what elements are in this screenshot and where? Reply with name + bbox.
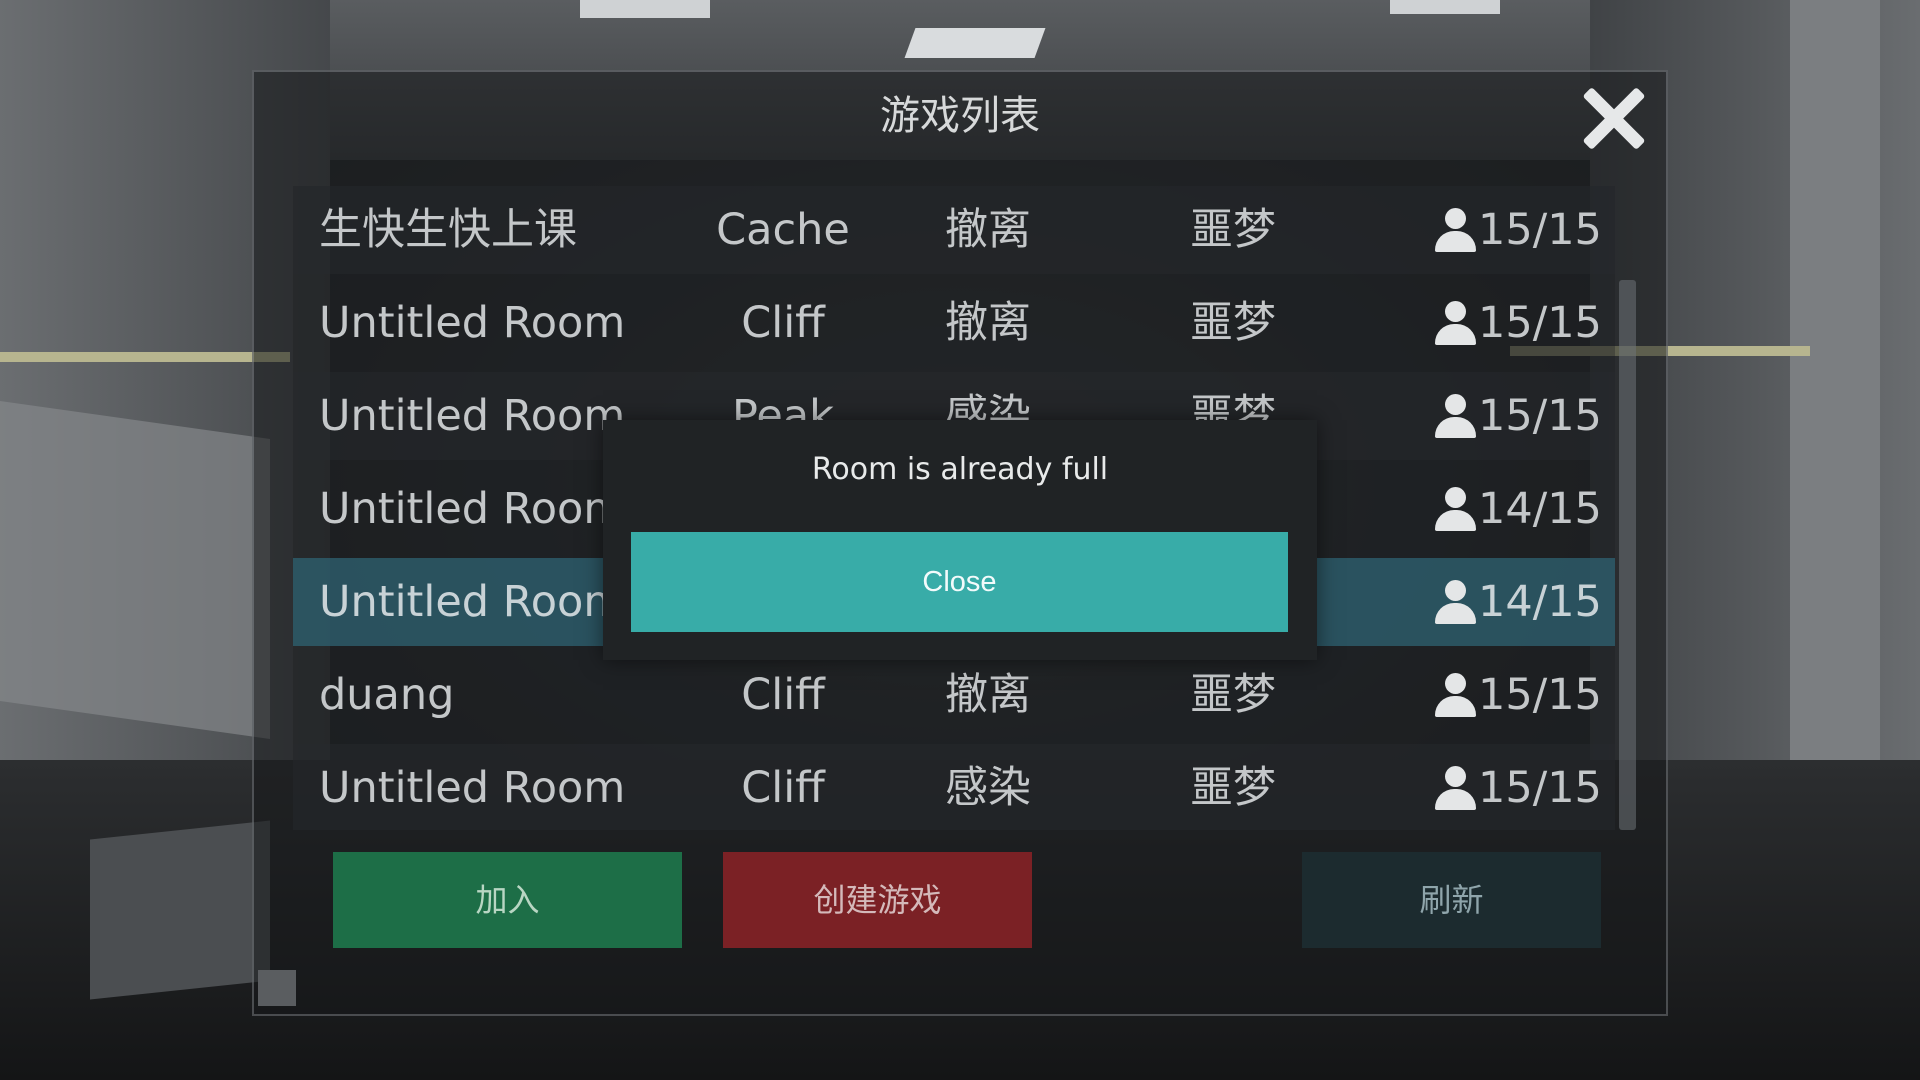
left-wall-panel: [0, 401, 270, 739]
room-name: duang: [319, 670, 455, 720]
close-icon[interactable]: [1580, 84, 1648, 152]
ceiling-light: [1390, 0, 1500, 14]
player-count: 14/15: [1478, 577, 1602, 627]
player-count: 15/15: [1478, 205, 1602, 255]
ceiling-light: [904, 28, 1046, 58]
room-map: Cliff: [741, 670, 825, 720]
room-row[interactable]: Untitled Room Cliff 撤离 噩梦 15/15: [293, 279, 1615, 367]
player-count: 15/15: [1478, 670, 1602, 720]
room-difficulty: 噩梦: [1190, 670, 1276, 720]
room-players: 15/15: [1433, 279, 1613, 367]
room-players: 15/15: [1433, 372, 1613, 460]
user-icon: [1433, 766, 1477, 810]
user-icon: [1433, 394, 1477, 438]
room-mode: 感染: [945, 763, 1031, 813]
room-map: Cache: [716, 205, 850, 255]
room-players: 14/15: [1433, 558, 1613, 646]
dialog-message: Room is already full: [811, 452, 1109, 487]
create-game-button[interactable]: 创建游戏: [723, 852, 1032, 948]
room-row[interactable]: Untitled Room Cliff 感染 噩梦 15/15: [293, 744, 1615, 830]
room-list-scrollbar[interactable]: [1619, 280, 1636, 830]
room-players: 15/15: [1433, 651, 1613, 739]
room-players: 14/15: [1433, 465, 1613, 553]
room-difficulty: 噩梦: [1190, 298, 1276, 348]
room-name: 生快生快上课: [319, 205, 577, 255]
room-map: Cliff: [741, 763, 825, 813]
room-difficulty: 噩梦: [1190, 763, 1276, 813]
player-count: 15/15: [1478, 298, 1602, 348]
corner-marker: [258, 970, 296, 1006]
room-row[interactable]: 生快生快上课 Cache 撤离 噩梦 15/15: [293, 186, 1615, 274]
wall-stripe: [0, 352, 290, 362]
ceiling-light: [580, 0, 710, 18]
player-count: 15/15: [1478, 763, 1602, 813]
dialog-close-button[interactable]: Close: [631, 532, 1288, 632]
room-map: Cliff: [741, 298, 825, 348]
user-icon: [1433, 673, 1477, 717]
room-mode: 撤离: [945, 205, 1031, 255]
user-icon: [1433, 301, 1477, 345]
room-players: 15/15: [1433, 744, 1613, 830]
player-count: 14/15: [1478, 484, 1602, 534]
room-difficulty: 噩梦: [1190, 205, 1276, 255]
join-button[interactable]: 加入: [333, 852, 682, 948]
room-name: Untitled Room: [319, 763, 626, 813]
user-icon: [1433, 580, 1477, 624]
room-full-dialog: Room is already full Close: [603, 420, 1317, 660]
user-icon: [1433, 208, 1477, 252]
room-players: 15/15: [1433, 186, 1613, 274]
player-count: 15/15: [1478, 391, 1602, 441]
user-icon: [1433, 487, 1477, 531]
room-mode: 撤离: [945, 298, 1031, 348]
refresh-button[interactable]: 刷新: [1302, 852, 1601, 948]
room-name: Untitled Room: [319, 298, 626, 348]
crate: [90, 820, 270, 1000]
room-mode: 撤离: [945, 670, 1031, 720]
room-row[interactable]: duang Cliff 撤离 噩梦 15/15: [293, 651, 1615, 739]
